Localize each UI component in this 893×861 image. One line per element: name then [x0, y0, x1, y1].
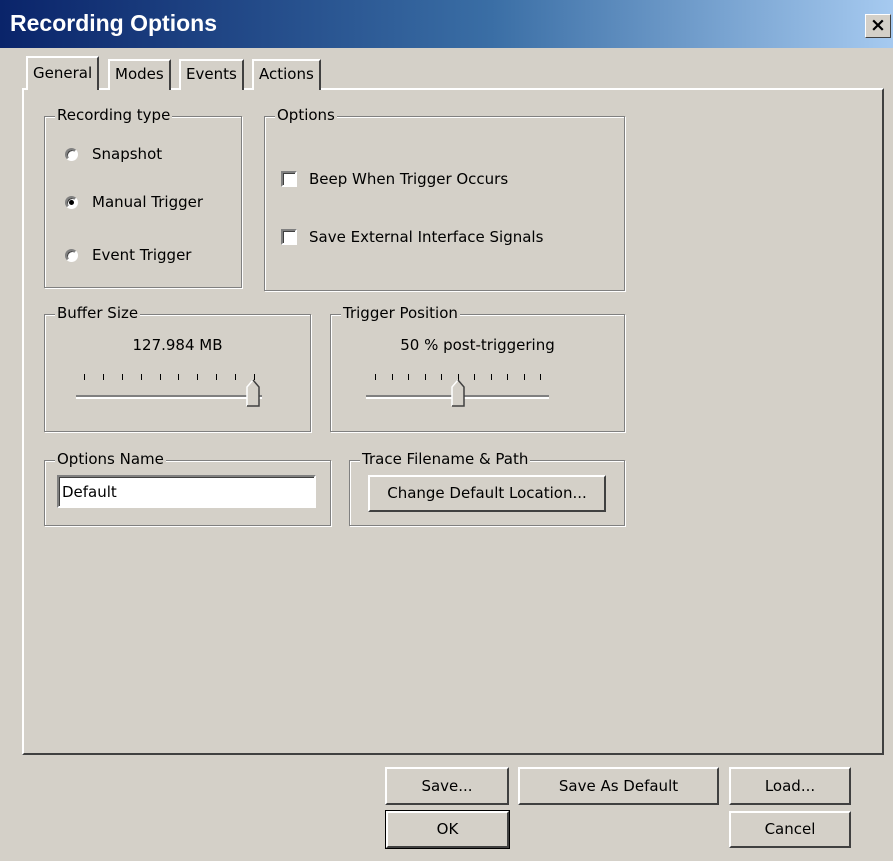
options-label: Options	[275, 106, 337, 124]
event-trigger-label[interactable]: Event Trigger	[92, 246, 191, 264]
options-name-label: Options Name	[55, 450, 166, 468]
trace-path-label: Trace Filename & Path	[360, 450, 531, 468]
change-default-location-button[interactable]: Change Default Location...	[368, 475, 606, 512]
tab-general[interactable]: General	[26, 56, 100, 90]
slider-tick	[141, 374, 142, 380]
slider-tick	[122, 374, 123, 380]
slider-tick	[160, 374, 161, 380]
tab-events[interactable]: Events	[179, 59, 244, 90]
trigger-position-group: Trigger Position	[330, 304, 625, 432]
slider-tick	[540, 374, 541, 380]
slider-tick	[375, 374, 376, 380]
save-as-default-button[interactable]: Save As Default	[518, 767, 719, 805]
slider-tick	[103, 374, 104, 380]
trigger-position-label: Trigger Position	[341, 304, 460, 322]
buffer-size-track	[76, 395, 262, 399]
ok-button[interactable]: OK	[385, 810, 510, 849]
save-signals-label[interactable]: Save External Interface Signals	[309, 228, 543, 246]
cancel-button[interactable]: Cancel	[729, 811, 851, 848]
slider-tick	[235, 374, 236, 380]
close-icon: ×	[870, 14, 886, 36]
tab-actions[interactable]: Actions	[252, 59, 321, 90]
window-title: Recording Options	[10, 10, 217, 36]
slider-tick	[84, 374, 85, 380]
slider-tick	[491, 374, 492, 380]
trigger-position-value: 50 % post-triggering	[400, 336, 555, 354]
slider-tick	[408, 374, 409, 380]
slider-tick	[425, 374, 426, 380]
buffer-size-group: Buffer Size	[44, 304, 311, 432]
tab-modes[interactable]: Modes	[108, 59, 171, 90]
slider-tick	[392, 374, 393, 380]
slider-tick	[178, 374, 179, 380]
buffer-size-ticks	[84, 374, 255, 382]
snapshot-radio[interactable]	[65, 148, 78, 161]
slider-tick	[197, 374, 198, 380]
buffer-size-slider-thumb[interactable]	[246, 379, 260, 407]
buffer-size-value: 127.984 MB	[132, 336, 223, 354]
trigger-position-slider-thumb[interactable]	[451, 379, 465, 407]
beep-label[interactable]: Beep When Trigger Occurs	[309, 170, 508, 188]
title-bar: Recording Options ×	[0, 0, 893, 48]
event-trigger-radio[interactable]	[65, 249, 78, 262]
manual-trigger-radio[interactable]	[65, 196, 78, 209]
recording-type-label: Recording type	[55, 106, 173, 124]
options-name-input[interactable]	[57, 475, 316, 508]
save-signals-checkbox[interactable]	[281, 229, 297, 245]
slider-tick	[216, 374, 217, 380]
slider-tick	[524, 374, 525, 380]
close-button[interactable]: ×	[865, 14, 891, 38]
save-button[interactable]: Save...	[385, 767, 509, 805]
slider-tick	[507, 374, 508, 380]
manual-trigger-label[interactable]: Manual Trigger	[92, 193, 203, 211]
beep-checkbox[interactable]	[281, 171, 297, 187]
options-group: Options	[264, 106, 625, 291]
load-button[interactable]: Load...	[729, 767, 851, 805]
snapshot-label[interactable]: Snapshot	[92, 145, 162, 163]
slider-tick	[441, 374, 442, 380]
slider-tick	[474, 374, 475, 380]
buffer-size-label: Buffer Size	[55, 304, 141, 322]
